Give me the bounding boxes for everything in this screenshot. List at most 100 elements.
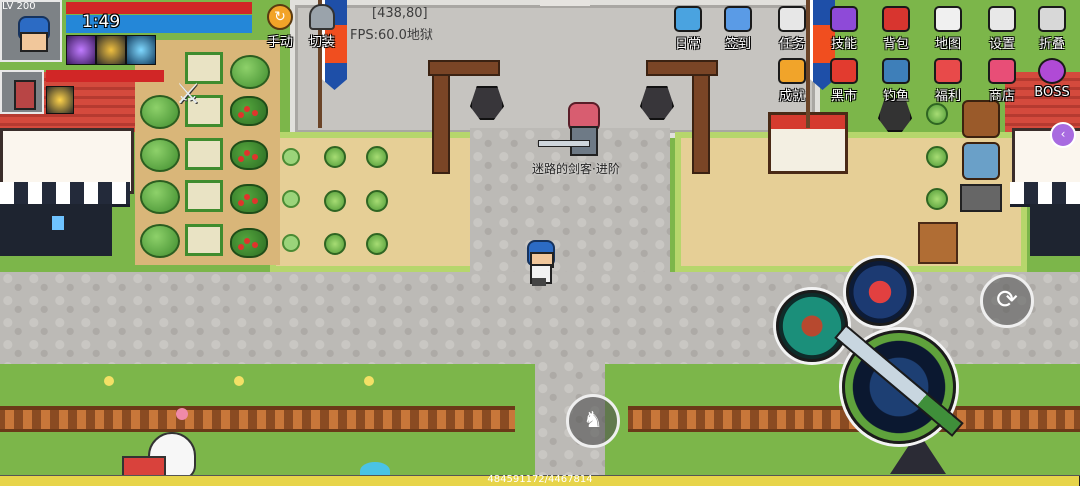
menu-label: 商店 [988, 89, 1015, 104]
menu-label: BOSS [1034, 85, 1070, 100]
boss-icon [1038, 58, 1066, 84]
crop-crate [185, 180, 223, 212]
player-level: LV 200 [2, 1, 36, 12]
gift-icon [934, 58, 962, 84]
fence-left [0, 406, 515, 432]
menu-fish-button[interactable]: 钓鱼 [874, 58, 918, 104]
flower [234, 376, 244, 386]
menu-collapse-button[interactable]: 折叠 [1030, 6, 1074, 52]
water-barrel [962, 142, 1000, 180]
quest-icon [778, 6, 806, 32]
bush [140, 180, 180, 214]
auto-mode-button[interactable]: ↻ 手动 [260, 4, 300, 50]
trophy-icon [778, 58, 806, 84]
flower [176, 408, 188, 420]
cabbage [366, 190, 388, 212]
switch-equip-button[interactable]: 切装 [302, 4, 342, 50]
skill-shield-button[interactable] [846, 258, 914, 326]
crown-icon [830, 58, 858, 84]
player-character[interactable] [524, 240, 556, 288]
flower [104, 376, 114, 386]
menu-label: 设置 [988, 37, 1015, 52]
calendar-icon [674, 6, 702, 32]
lamp-post-right [692, 60, 710, 174]
checkin-icon [724, 6, 752, 32]
menu-checkin-button[interactable]: 签到 [716, 6, 760, 52]
shop-icon [988, 58, 1016, 84]
shop-interior-left [0, 204, 112, 256]
menu-label: 背包 [882, 37, 909, 52]
menu-label: 技能 [830, 37, 857, 52]
pet-hp-bar [46, 70, 164, 82]
map-coordinates: [438,80] [372, 6, 428, 21]
collapse-icon [1038, 6, 1066, 32]
buff-shadow-icon[interactable] [96, 35, 126, 65]
pet-buff-icon[interactable] [46, 86, 74, 114]
bush [140, 138, 180, 172]
menu-label: 签到 [724, 37, 751, 52]
wooden-chair [918, 222, 958, 264]
fish-icon [882, 58, 910, 84]
menu-calendar-button[interactable]: 日常 [666, 6, 710, 52]
sprout [282, 234, 300, 252]
barrel [962, 100, 1000, 138]
buff-purple-icon[interactable] [66, 35, 96, 65]
fps-row: FPS:60.0地狱 [350, 24, 433, 43]
menu-trophy-button[interactable]: 成就 [770, 58, 814, 104]
menu-label: 黑市 [830, 89, 857, 104]
lamp-post-left [432, 60, 450, 174]
skill-slash-button[interactable] [776, 290, 848, 362]
tomato-plant [230, 140, 268, 170]
cabbage [324, 190, 346, 212]
bush [230, 55, 270, 89]
helmet-icon [309, 4, 335, 30]
mount-button[interactable]: ♞ [566, 394, 620, 448]
pet-portrait[interactable] [0, 70, 44, 114]
cabbage [366, 233, 388, 255]
horse-icon: ♞ [583, 408, 603, 433]
menu-shop-button[interactable]: 商店 [980, 58, 1024, 104]
menu-crown-button[interactable]: 黑市 [822, 58, 866, 104]
menu-label: 成就 [778, 89, 805, 104]
menu-quest-button[interactable]: 任务 [770, 6, 814, 52]
gear-icon [988, 6, 1016, 32]
flower [364, 376, 374, 386]
cabbage [366, 146, 388, 168]
side-panel-toggle[interactable]: ‹ [1050, 122, 1076, 148]
menu-label: 地图 [934, 37, 961, 52]
cabbage [926, 146, 948, 168]
tomato-plant [230, 184, 268, 214]
shop-interior-right [1030, 204, 1080, 256]
npc-name-label: 迷路的剑客·进阶 [532, 162, 620, 176]
tomato-plant [230, 228, 268, 258]
npc-sword [538, 140, 590, 147]
skillbook-icon [830, 6, 858, 32]
cabbage [926, 188, 948, 210]
menu-label: 日常 [674, 37, 701, 52]
timer: 1:49 [82, 12, 121, 32]
map-name: 地狱 [406, 28, 433, 43]
menu-boss-button[interactable]: BOSS [1030, 58, 1074, 100]
menu-label: 折叠 [1038, 37, 1065, 52]
menu-map-button[interactable]: 地图 [926, 6, 970, 52]
player-legs [532, 278, 546, 286]
map-icon [934, 6, 962, 32]
buff-ice-icon[interactable] [126, 35, 156, 65]
crossed-swords-icon[interactable]: ⚔ [170, 76, 206, 112]
crop-crate [185, 138, 223, 170]
lamp-beam-right [646, 60, 718, 76]
menu-bag-button[interactable]: 背包 [874, 6, 918, 52]
shop-sign-icon [52, 216, 64, 230]
crop-crate [185, 224, 223, 256]
cabbage [324, 146, 346, 168]
sprout [282, 148, 300, 166]
tomato-plant [230, 96, 268, 126]
npc-swordsman[interactable] [538, 100, 604, 158]
bush [140, 224, 180, 258]
swap-target-button[interactable]: ⟳ [980, 274, 1034, 328]
auto-mode-icon: ↻ [267, 4, 293, 30]
menu-skillbook-button[interactable]: 技能 [822, 6, 866, 52]
menu-gear-button[interactable]: 设置 [980, 6, 1024, 52]
bag-icon [882, 6, 910, 32]
menu-gift-button[interactable]: 福利 [926, 58, 970, 104]
